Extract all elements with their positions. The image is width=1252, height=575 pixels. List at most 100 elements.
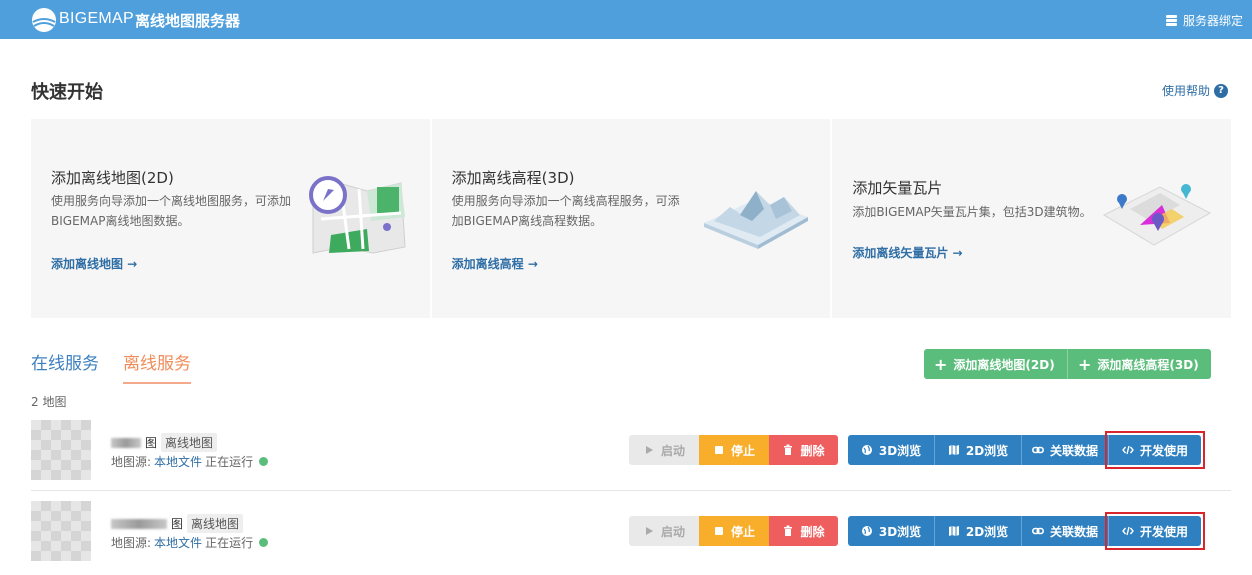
stop-button[interactable]: 停止 [699, 435, 769, 465]
map-type-tag: 离线地图 [161, 433, 218, 452]
link-data-label: 关联数据 [1049, 443, 1098, 458]
card-title: 添加离线高程(3D) [451, 169, 575, 187]
server-icon [1165, 15, 1177, 26]
trash-icon [784, 525, 793, 536]
view-3d-label: 3D浏览 [878, 443, 922, 458]
redacted-text [111, 437, 141, 448]
stop-label: 停止 [730, 524, 755, 539]
map-name: 图 离线地图 [111, 433, 218, 452]
start-label: 启动 [660, 443, 685, 458]
app-title: 离线地图服务器 [135, 12, 241, 30]
map-source: 地图源: 本地文件 正在运行 [111, 534, 269, 551]
map-thumbnail [31, 501, 91, 561]
view-2d-button[interactable]: 2D浏览 [935, 435, 1022, 465]
dev-use-label: 开发使用 [1139, 443, 1188, 458]
vector-tiles-icon [1103, 184, 1212, 246]
start-button[interactable]: 启动 [629, 435, 699, 465]
delete-button[interactable]: 删除 [769, 435, 838, 465]
dev-use-wrapper: 开发使用 [1105, 431, 1205, 469]
link-data-button[interactable]: 关联数据 [1022, 516, 1109, 546]
stop-icon [714, 446, 723, 454]
map-name-text: 图 [171, 517, 184, 531]
help-link[interactable]: 使用帮助 ? [1162, 82, 1228, 99]
play-icon [645, 446, 653, 454]
tab-online-services[interactable]: 在线服务 [31, 349, 99, 374]
add-offline-map-link[interactable]: 添加离线地图 → [51, 255, 137, 272]
link-icon [1031, 446, 1044, 454]
view-2d-label: 2D浏览 [965, 524, 1009, 539]
card-desc: 使用服务向导添加一个离线地图服务，可添加BIGEMAP离线地图数据。 [51, 194, 292, 228]
stop-icon [714, 527, 723, 535]
tab-offline-services[interactable]: 离线服务 [123, 349, 191, 384]
add-2d-label: 添加离线地图(2D) [953, 357, 1055, 372]
plus-icon: + [934, 354, 948, 374]
add-offline-elevation-3d-button[interactable]: + 添加离线高程(3D) [1068, 349, 1211, 379]
view-2d-label: 2D浏览 [965, 443, 1009, 458]
map-source: 地图源: 本地文件 正在运行 [111, 453, 269, 470]
add-offline-elevation-link[interactable]: 添加离线高程 → [452, 255, 538, 272]
card-title: 添加矢量瓦片 [852, 179, 943, 197]
server-bind-label: 服务器绑定 [1182, 14, 1243, 28]
top-bar: BIGEMAP 离线地图服务器 服务器绑定 [0, 0, 1252, 39]
source-link[interactable]: 本地文件 [154, 453, 202, 470]
card-desc: 添加BIGEMAP矢量瓦片集，包括3D建筑物。 [852, 205, 1092, 219]
card-title: 添加离线地图(2D) [51, 169, 174, 187]
stop-label: 停止 [730, 443, 755, 458]
dev-use-button[interactable]: 开发使用 [1109, 435, 1201, 465]
view-3d-button[interactable]: 3D浏览 [848, 435, 935, 465]
browse-control-group: 3D浏览 2D浏览 关联数据 开发使用 [848, 512, 1205, 550]
link-icon [1031, 527, 1044, 535]
start-label: 启动 [660, 524, 685, 539]
map-row: 图 离线地图 地图源: 本地文件 正在运行 启动 停止 删除 3D浏览 2D浏览 [31, 501, 1231, 565]
add-vector-tiles-link[interactable]: 添加离线矢量瓦片 → [852, 244, 962, 261]
map-type-tag: 离线地图 [187, 514, 244, 533]
dev-use-label: 开发使用 [1139, 524, 1188, 539]
status-dot-icon [259, 457, 269, 466]
code-icon [1122, 526, 1134, 536]
add-3d-label: 添加离线高程(3D) [1097, 357, 1199, 372]
delete-label: 删除 [800, 524, 825, 539]
map-thumbnail [31, 420, 91, 480]
status-text: 正在运行 [205, 455, 254, 469]
row-divider [31, 490, 1231, 491]
add-button-group: + 添加离线地图(2D) + 添加离线高程(3D) [924, 349, 1211, 379]
browse-control-group: 3D浏览 2D浏览 关联数据 开发使用 [848, 431, 1205, 469]
status-dot-icon [259, 538, 269, 547]
trash-icon [784, 444, 793, 455]
view-2d-button[interactable]: 2D浏览 [935, 516, 1022, 546]
terrain-3d-icon [703, 191, 808, 249]
help-label: 使用帮助 [1161, 84, 1210, 98]
delete-label: 删除 [800, 443, 825, 458]
plus-icon: + [1078, 354, 1092, 374]
card-add-offline-map: 添加离线地图(2D) 使用服务向导添加一个离线地图服务，可添加BIGEMAP离线… [31, 119, 430, 318]
source-label: 地图源: [111, 455, 152, 469]
compass-map-icon [309, 176, 406, 254]
play-icon [645, 527, 653, 535]
link-data-button[interactable]: 关联数据 [1022, 435, 1109, 465]
source-label: 地图源: [111, 536, 152, 550]
service-control-group: 启动 停止 删除 [629, 435, 838, 465]
code-icon [1122, 445, 1134, 455]
dev-use-wrapper: 开发使用 [1105, 512, 1205, 550]
card-add-offline-elevation: 添加离线高程(3D) 使用服务向导添加一个离线高程服务，可添加BIGEMAP离线… [431, 119, 831, 318]
map-count: 2 地图 [31, 395, 67, 409]
view-3d-label: 3D浏览 [878, 524, 922, 539]
server-bind-button[interactable]: 服务器绑定 [1165, 12, 1243, 29]
globe-icon [861, 526, 872, 536]
map-row: 图 离线地图 地图源: 本地文件 正在运行 启动 停止 删除 3D浏览 2D浏览 [31, 420, 1231, 484]
quick-start-cards: 添加离线地图(2D) 使用服务向导添加一个离线地图服务，可添加BIGEMAP离线… [31, 119, 1232, 318]
bigemap-logo-icon [32, 8, 56, 32]
delete-button[interactable]: 删除 [769, 516, 838, 546]
start-button[interactable]: 启动 [629, 516, 699, 546]
card-desc: 使用服务向导添加一个离线高程服务，可添加BIGEMAP离线高程数据。 [451, 194, 680, 228]
view-3d-button[interactable]: 3D浏览 [848, 516, 935, 546]
source-link[interactable]: 本地文件 [154, 534, 202, 551]
dev-use-button[interactable]: 开发使用 [1109, 516, 1201, 546]
stop-button[interactable]: 停止 [699, 516, 769, 546]
map-icon [948, 445, 959, 455]
link-data-label: 关联数据 [1049, 524, 1098, 539]
add-offline-map-2d-button[interactable]: + 添加离线地图(2D) [924, 349, 1068, 379]
redacted-text [111, 518, 167, 529]
quick-start-title: 快速开始 [31, 82, 103, 103]
map-icon [948, 526, 959, 536]
